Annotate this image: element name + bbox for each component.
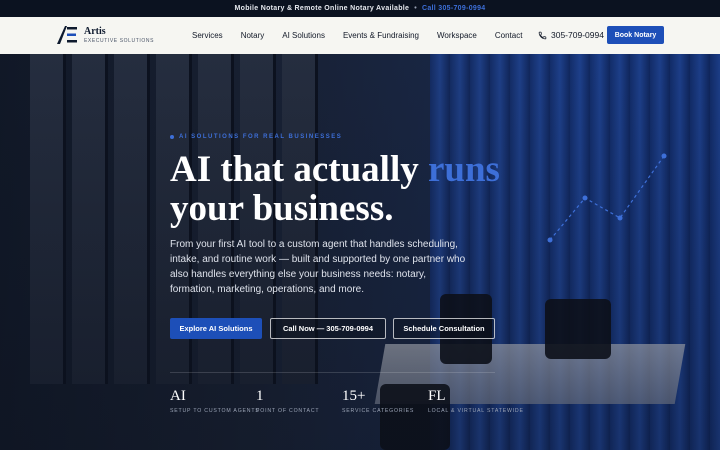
book-notary-button[interactable]: Book Notary <box>607 26 664 44</box>
stat-label: SERVICE CATEGORIES <box>342 408 415 414</box>
announcement-bar: Mobile Notary & Remote Online Notary Ava… <box>0 0 720 17</box>
stat-value: 15+ <box>342 388 366 404</box>
explore-ai-solutions-button[interactable]: Explore AI Solutions <box>170 318 262 339</box>
stat-item: 15+ SERVICE CATEGORIES <box>342 388 414 414</box>
hero-lead-paragraph: From your first AI tool to a custom agen… <box>170 239 466 295</box>
hero-headline: AI that actually runs your business. <box>170 150 530 228</box>
brand-name: Artis <box>84 25 106 37</box>
hero-eyebrow: AI SOLUTIONS FOR REAL BUSINESSES <box>170 134 342 140</box>
hero-eyebrow-text: AI SOLUTIONS FOR REAL BUSINESSES <box>179 134 343 140</box>
nav-item-services[interactable]: Services <box>192 31 223 40</box>
stat-label: LOCAL & VIRTUAL STATEWIDE <box>428 408 524 414</box>
decorative-trend-line <box>547 153 667 243</box>
schedule-consultation-button[interactable]: Schedule Consultation <box>393 318 495 339</box>
nav-phone-number: 305-709-0994 <box>551 30 604 40</box>
stat-label: POINT OF CONTACT <box>256 408 320 414</box>
stat-value: AI <box>170 388 186 404</box>
announcement-separator: • <box>414 5 417 12</box>
eyebrow-dot-icon <box>170 135 174 139</box>
hero-headline-part2: your business. <box>170 188 394 229</box>
phone-icon <box>538 31 547 39</box>
stat-label: SETUP TO CUSTOM AGENTS <box>170 408 260 414</box>
announcement-call-link[interactable]: Call 305-709-0994 <box>422 5 485 12</box>
nav-phone-link[interactable]: 305-709-0994 <box>538 30 604 40</box>
main-navigation: Artis EXECUTIVE SOLUTIONS Services Notar… <box>0 17 720 54</box>
nav-item-ai-solutions[interactable]: AI Solutions <box>282 31 325 40</box>
stat-value: FL <box>428 388 446 404</box>
hero-section: AI SOLUTIONS FOR REAL BUSINESSES AI that… <box>0 54 720 450</box>
hero-headline-part1: AI that actually <box>170 149 428 190</box>
brand-tagline: EXECUTIVE SOLUTIONS <box>84 37 155 44</box>
logo-text: Artis EXECUTIVE SOLUTIONS <box>84 25 155 44</box>
nav-item-events[interactable]: Events & Fundraising <box>343 31 419 40</box>
announcement-text: Mobile Notary & Remote Online Notary Ava… <box>234 5 410 12</box>
stat-item: FL LOCAL & VIRTUAL STATEWIDE <box>428 388 524 414</box>
brand-logo[interactable]: Artis EXECUTIVE SOLUTIONS <box>56 25 154 45</box>
nav-menu: Services Notary AI Solutions Events & Fu… <box>192 17 540 54</box>
logo-mark-icon <box>56 25 78 45</box>
stats-divider <box>170 372 495 373</box>
stat-value: 1 <box>256 388 264 404</box>
nav-item-workspace[interactable]: Workspace <box>437 31 477 40</box>
hero-headline-accent: runs <box>427 149 500 190</box>
stat-item: AI SETUP TO CUSTOM AGENTS <box>170 388 260 414</box>
nav-item-notary[interactable]: Notary <box>241 31 265 40</box>
nav-item-contact[interactable]: Contact <box>495 31 523 40</box>
call-now-button[interactable]: Call Now — 305-709-0994 <box>270 318 386 339</box>
stat-item: 1 POINT OF CONTACT <box>256 388 319 414</box>
